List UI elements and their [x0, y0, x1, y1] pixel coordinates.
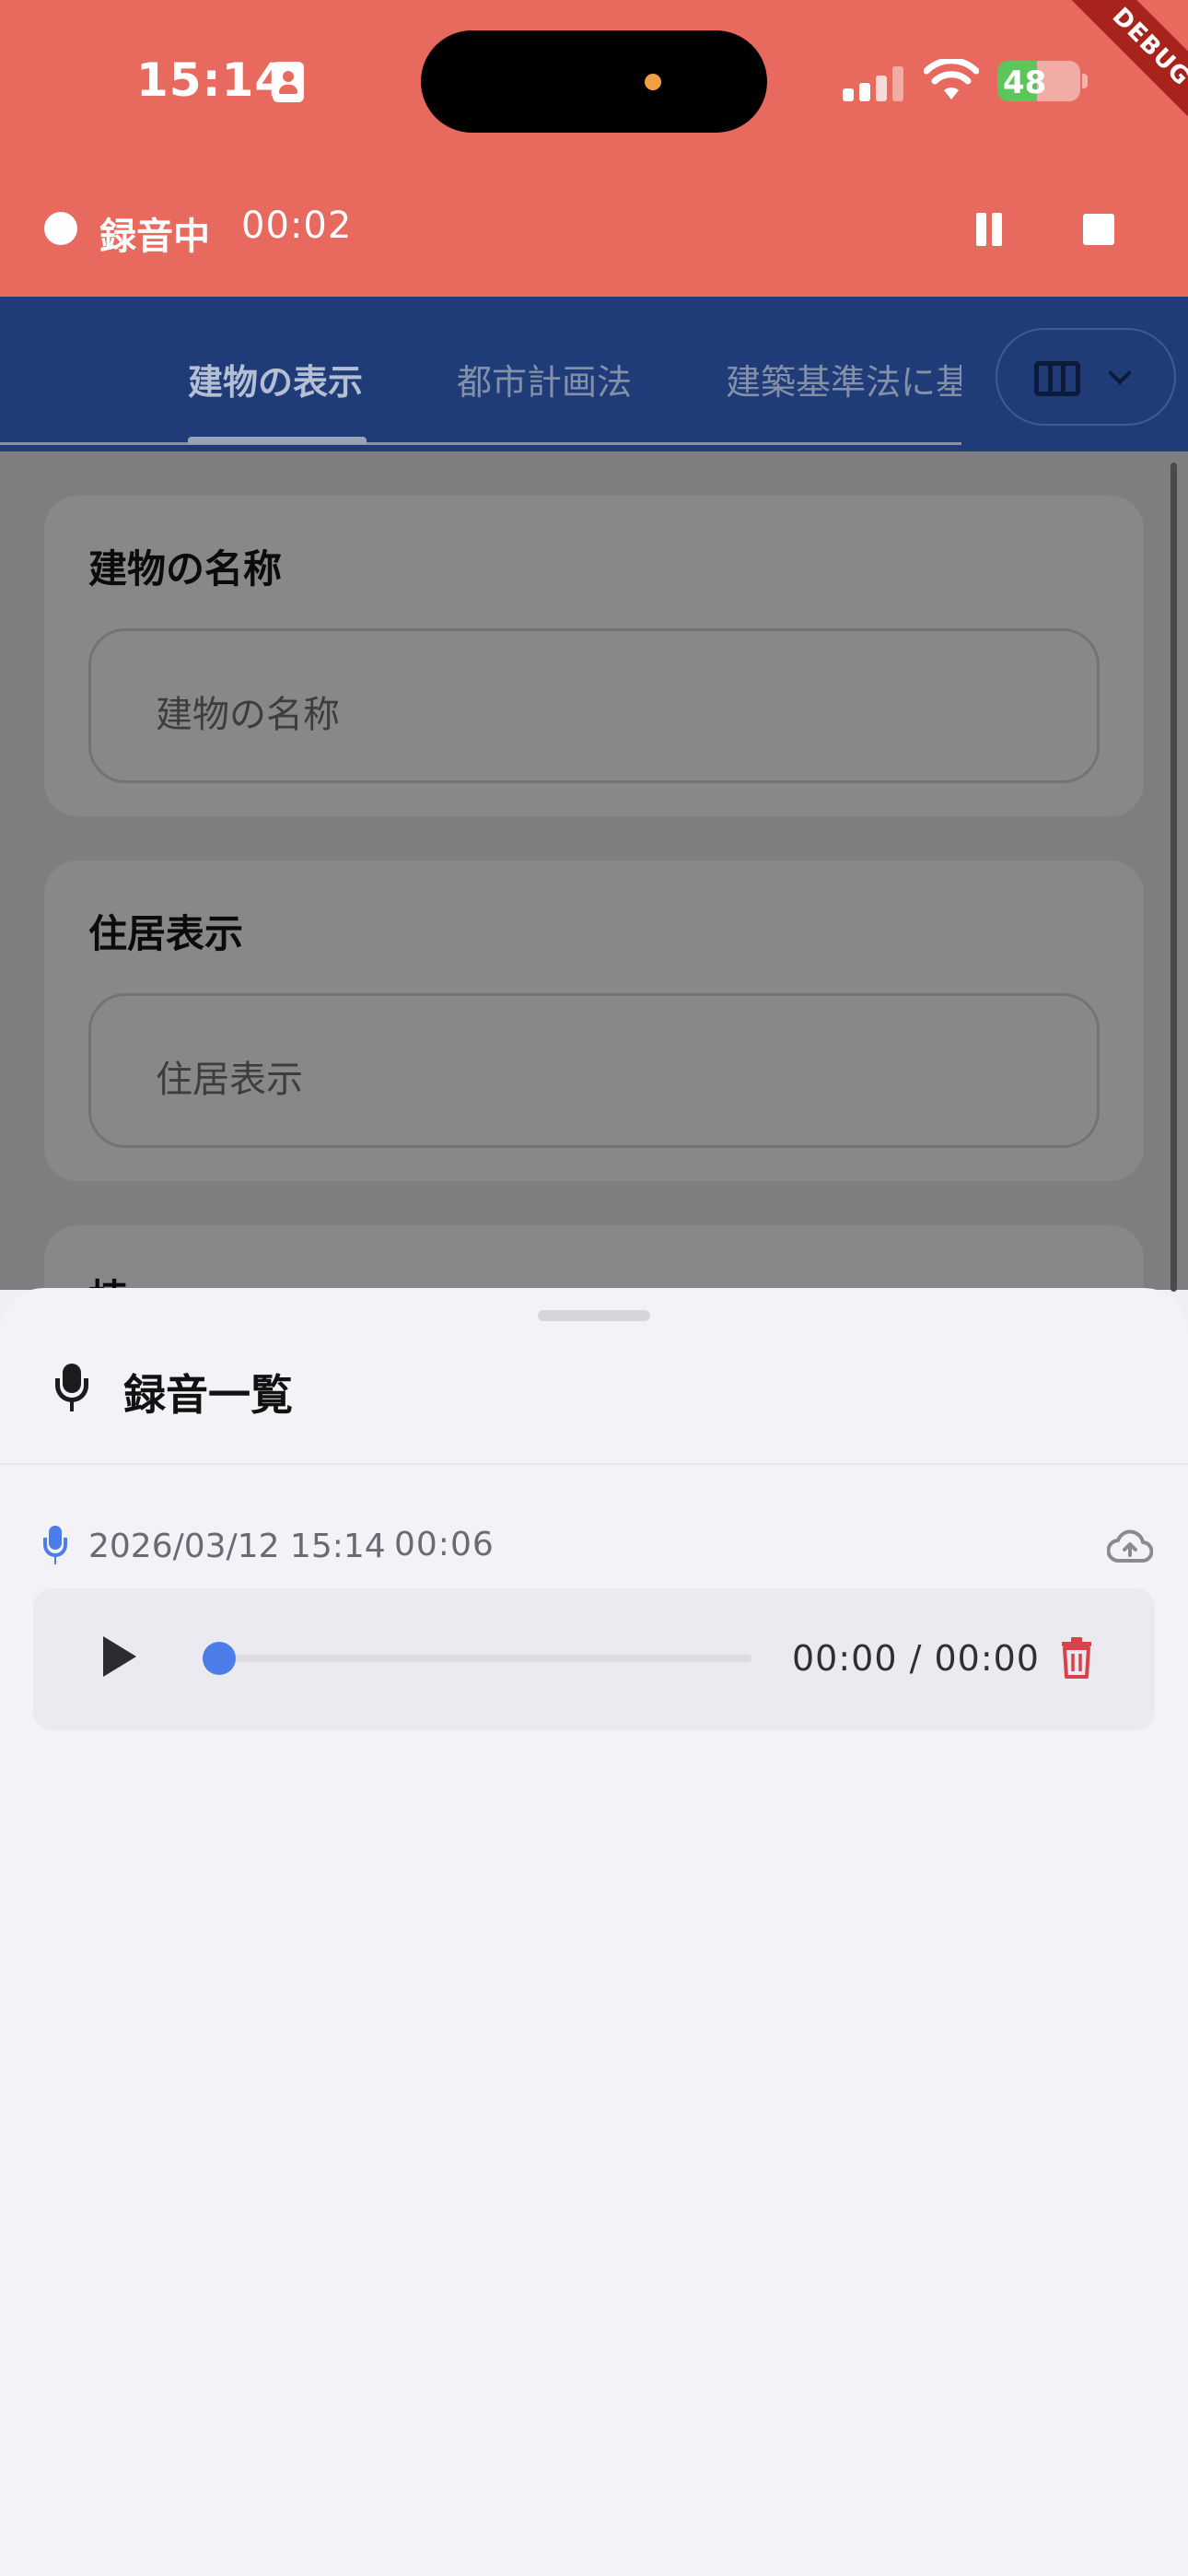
- play-button[interactable]: [103, 1636, 136, 1677]
- pause-recording-button[interactable]: [969, 207, 1009, 252]
- recording-elapsed-time: 00:02: [241, 205, 353, 247]
- microphone-icon: [53, 1364, 90, 1411]
- field-title: 建物の名称: [88, 546, 283, 591]
- scrollbar[interactable]: [1171, 463, 1177, 1292]
- active-tab-indicator: [188, 437, 367, 444]
- delete-icon[interactable]: [1061, 1636, 1092, 1679]
- cloud-upload-icon[interactable]: [1107, 1529, 1153, 1564]
- column-layout-dropdown[interactable]: [996, 328, 1176, 426]
- microphone-icon: [42, 1526, 68, 1564]
- recording-banner: 15:14 48 録音中 00:02: [0, 0, 1188, 297]
- seek-thumb[interactable]: [203, 1642, 236, 1675]
- playback-time: 00:00 / 00:00: [792, 1638, 1040, 1679]
- recording-date: 2026/03/12 15:14: [88, 1528, 386, 1565]
- battery-level: 48: [1003, 64, 1047, 101]
- address-input[interactable]: 住居表示: [88, 993, 1100, 1148]
- contact-card-icon: [273, 62, 304, 102]
- recordings-bottom-sheet: 録音一覧 2026/03/12 15:14 00:06 00:00 / 00:0…: [0, 1288, 1188, 2576]
- columns-icon: [1034, 361, 1080, 396]
- section-tab-bar: 建物の表示 都市計画法 建築基準法に基: [0, 297, 1188, 451]
- building-name-input[interactable]: 建物の名称: [88, 628, 1100, 783]
- dynamic-island: [421, 30, 767, 133]
- stop-recording-button[interactable]: [1083, 214, 1114, 245]
- field-title: 住居表示: [88, 911, 244, 956]
- tab-building-standards-act[interactable]: 建築基準法に基: [726, 354, 961, 404]
- wifi-icon: [924, 59, 979, 100]
- battery-icon: 48: [997, 61, 1080, 101]
- recording-label: 録音中: [99, 216, 210, 258]
- cellular-signal-icon: [843, 66, 905, 101]
- tab-building-display[interactable]: 建物の表示: [188, 354, 363, 404]
- recording-dot-icon: [44, 212, 77, 245]
- input-placeholder: 住居表示: [156, 1059, 303, 1101]
- input-placeholder: 建物の名称: [156, 694, 340, 736]
- form-content-overlay: 建物の名称 建物の名称 住居表示 住居表示 棟: [0, 451, 1188, 1410]
- tab-city-planning-act[interactable]: 都市計画法: [457, 354, 632, 404]
- sheet-title: 録音一覧: [123, 1370, 293, 1420]
- field-card-address: 住居表示 住居表示: [44, 861, 1144, 1181]
- chevron-down-icon: [1108, 361, 1132, 385]
- field-card-building-name: 建物の名称 建物の名称: [44, 496, 1144, 816]
- recording-duration: 00:06: [394, 1526, 495, 1563]
- camera-indicator-icon: [645, 74, 661, 90]
- sheet-drag-handle[interactable]: [538, 1310, 650, 1321]
- audio-player: 00:00 / 00:00: [33, 1588, 1155, 1730]
- status-time: 15:14: [136, 53, 288, 107]
- playback-seek-bar[interactable]: [204, 1655, 751, 1662]
